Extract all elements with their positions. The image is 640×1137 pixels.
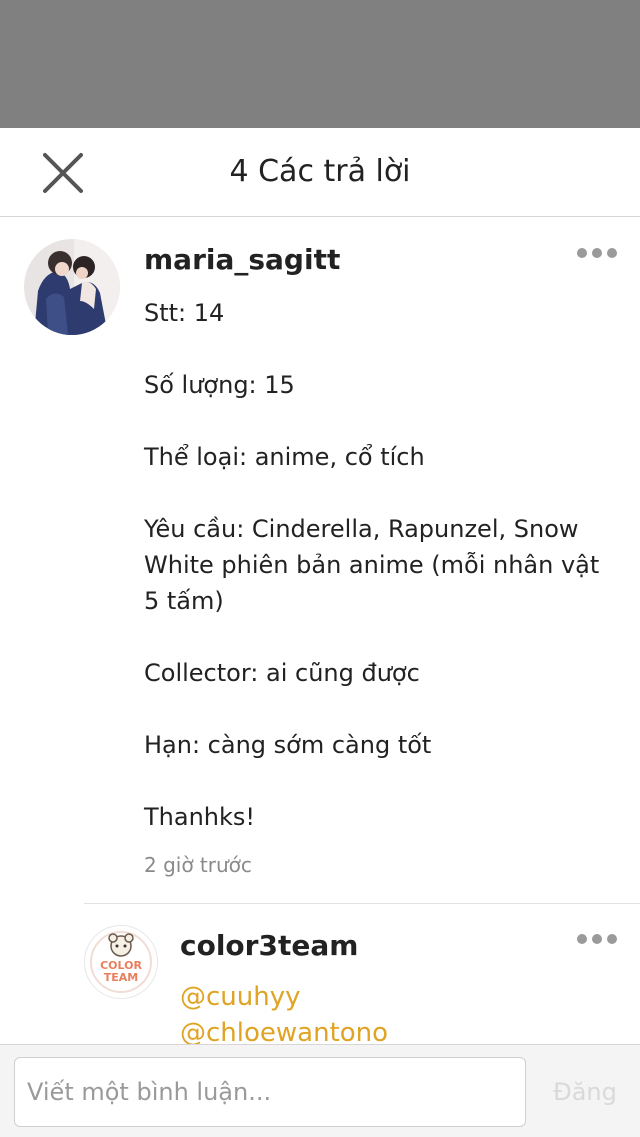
comment-line: Collector: ai cũng được xyxy=(144,659,420,687)
avatar-logo-text: TEAM xyxy=(104,971,138,984)
sheet-header: 4 Các trả lời xyxy=(0,128,640,217)
mention-link[interactable]: @cuuhyy xyxy=(180,979,388,1015)
close-icon xyxy=(43,153,83,193)
comment-timestamp: 2 giờ trước xyxy=(144,853,252,877)
comment-line: Yêu cầu: Cinderella, Rapunzel, Snow Whit… xyxy=(144,515,600,615)
comment-line: Số lượng: 15 xyxy=(144,371,295,399)
more-dots-icon xyxy=(577,248,617,258)
dimmed-background[interactable] xyxy=(0,0,640,128)
comment-line: Stt: 14 xyxy=(144,299,225,327)
avatar-image: COLOR TEAM xyxy=(85,926,157,998)
comment-line: Hạn: càng sớm càng tốt xyxy=(144,731,432,759)
reply-more-button[interactable] xyxy=(574,927,620,951)
avatar-image xyxy=(24,239,120,335)
divider xyxy=(84,903,640,904)
avatar[interactable] xyxy=(24,239,120,335)
comment-composer: Đăng xyxy=(0,1044,640,1137)
comment-body: Stt: 14 Số lượng: 15 Thể loại: anime, cổ… xyxy=(144,295,614,871)
comment-input[interactable] xyxy=(14,1057,526,1127)
mention-link[interactable]: @chloewantono xyxy=(180,1015,388,1044)
close-button[interactable] xyxy=(40,150,86,196)
post-button[interactable]: Đăng xyxy=(540,1057,630,1127)
comment-line: Thể loại: anime, cổ tích xyxy=(144,443,425,471)
comment-line: Thanhks! xyxy=(144,803,256,831)
reply-mentions: @cuuhyy @chloewantono xyxy=(180,979,388,1044)
more-dots-icon xyxy=(577,934,617,944)
replies-list[interactable]: maria_sagitt Stt: 14 Số lượng: 15 Thể lo… xyxy=(0,217,640,1044)
comment-more-button[interactable] xyxy=(574,241,620,265)
reply-username[interactable]: color3team xyxy=(180,929,358,962)
replies-sheet: 4 Các trả lời maria_sagitt Stt: 14 Số lư… xyxy=(0,128,640,1137)
comment-username[interactable]: maria_sagitt xyxy=(144,243,340,276)
page-title: 4 Các trả lời xyxy=(229,154,411,189)
reply-avatar[interactable]: COLOR TEAM xyxy=(84,925,158,999)
